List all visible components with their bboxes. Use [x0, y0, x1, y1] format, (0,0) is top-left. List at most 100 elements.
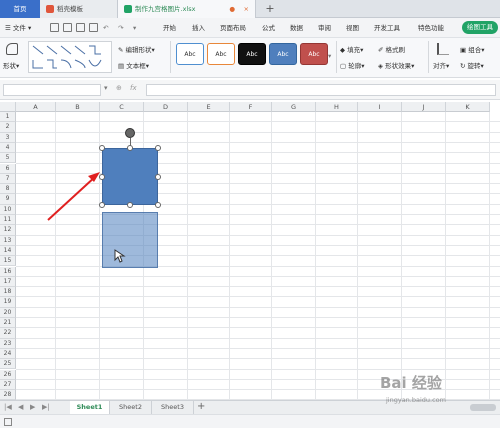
spreadsheet-grid[interactable]: ABCDEFGHIJK 1 2 3 4 5 6 7 8 9 10 11 12 13 14 15 16 17 18 1…: [0, 102, 500, 400]
menu-review[interactable]: 审阅: [318, 18, 331, 38]
resize-handle-s[interactable]: [127, 202, 133, 208]
undo-icon[interactable]: ↶: [103, 18, 108, 38]
menu-home[interactable]: 开始: [163, 18, 176, 38]
tab-file[interactable]: 制作九宫格图片.xlsx ● ×: [118, 0, 256, 18]
close-icon[interactable]: ×: [244, 0, 249, 18]
row-header-24[interactable]: 24: [0, 348, 16, 360]
export-icon[interactable]: [63, 23, 72, 32]
resize-handle-n[interactable]: [127, 145, 133, 151]
row-header-26[interactable]: 26: [0, 369, 16, 380]
shape-effects-button[interactable]: ◈ 形状效果▾: [378, 60, 414, 70]
prev-sheet-icon[interactable]: ◀: [18, 403, 23, 411]
row-header-18[interactable]: 18: [0, 287, 16, 298]
row-header-28[interactable]: 28: [0, 390, 16, 400]
style-preset-red-fill[interactable]: Abc: [300, 43, 328, 65]
menu-developer[interactable]: 开发工具: [374, 18, 400, 38]
style-preset-blue-fill[interactable]: Abc: [269, 43, 297, 65]
new-tab-button[interactable]: +: [262, 0, 278, 18]
row-header-13[interactable]: 13: [0, 235, 16, 246]
menu-data[interactable]: 数据: [290, 18, 303, 38]
formula-input[interactable]: [146, 84, 496, 96]
column-header-f[interactable]: F: [230, 102, 272, 112]
print-icon[interactable]: [76, 23, 85, 32]
line-shapes-gallery[interactable]: [28, 41, 112, 73]
group-button[interactable]: ▣ 组合▾: [460, 44, 484, 54]
sheet-tab-1[interactable]: Sheet1: [70, 401, 110, 414]
menu-formulas[interactable]: 公式: [262, 18, 275, 38]
row-header-9[interactable]: 9: [0, 194, 16, 205]
next-sheet-icon[interactable]: ▶: [30, 403, 35, 411]
style-preset-orange-outline[interactable]: Abc: [207, 43, 235, 65]
outline-button[interactable]: ▢ 轮廓▾: [340, 60, 364, 70]
selected-rectangle-shape[interactable]: [102, 148, 158, 205]
row-header-1[interactable]: 1: [0, 112, 16, 123]
more-icon[interactable]: ▾: [133, 18, 136, 38]
column-header-h[interactable]: H: [316, 102, 358, 112]
align-icon[interactable]: [437, 43, 449, 55]
format-painter-button[interactable]: ✐ 格式刷: [378, 44, 405, 54]
column-header-k[interactable]: K: [446, 102, 490, 112]
add-sheet-button[interactable]: +: [197, 401, 205, 412]
column-header-i[interactable]: I: [358, 102, 402, 112]
resize-handle-se[interactable]: [155, 202, 161, 208]
row-header-12[interactable]: 12: [0, 225, 16, 236]
row-header-16[interactable]: 16: [0, 266, 16, 277]
row-header-22[interactable]: 22: [0, 328, 16, 339]
row-header-6[interactable]: 6: [0, 163, 16, 174]
redo-icon[interactable]: ↷: [118, 18, 123, 38]
row-header-23[interactable]: 23: [0, 338, 16, 349]
column-header-j[interactable]: J: [402, 102, 446, 112]
preview-icon[interactable]: [89, 23, 98, 32]
save-icon[interactable]: [50, 23, 59, 32]
style-preset-black[interactable]: Abc: [238, 43, 266, 65]
resize-handle-nw[interactable]: [99, 145, 105, 151]
menu-file[interactable]: ☰ 文件 ▾: [5, 18, 31, 38]
edit-shape-button[interactable]: ✎ 编辑形状▾: [118, 44, 155, 54]
sheet-tab-2[interactable]: Sheet2: [110, 401, 152, 414]
tab-template[interactable]: 稻壳模板: [40, 0, 118, 18]
last-sheet-icon[interactable]: ▶|: [42, 403, 50, 411]
column-header-d[interactable]: D: [144, 102, 188, 112]
row-header-15[interactable]: 15: [0, 256, 16, 267]
row-header-25[interactable]: 25: [0, 359, 16, 370]
first-sheet-icon[interactable]: |◀: [4, 403, 12, 411]
menu-page-layout[interactable]: 页面布局: [220, 18, 246, 38]
row-header-19[interactable]: 19: [0, 297, 16, 308]
row-header-5[interactable]: 5: [0, 153, 16, 164]
style-preset-blue-outline[interactable]: Abc: [176, 43, 204, 65]
sheet-tab-3[interactable]: Sheet3: [152, 401, 194, 414]
fx-icon[interactable]: fx: [130, 84, 137, 92]
row-header-20[interactable]: 20: [0, 307, 16, 318]
style-gallery-more-icon[interactable]: ▾: [328, 52, 331, 60]
tab-home[interactable]: 首页: [0, 0, 40, 18]
rotate-button[interactable]: ↻ 旋转▾: [460, 60, 484, 70]
column-header-b[interactable]: B: [56, 102, 100, 112]
column-header-g[interactable]: G: [272, 102, 316, 112]
select-all-corner[interactable]: [0, 102, 16, 112]
row-header-17[interactable]: 17: [0, 276, 16, 288]
fill-button[interactable]: ◆ 填充▾: [340, 44, 363, 54]
menu-insert[interactable]: 插入: [192, 18, 205, 38]
row-header-11[interactable]: 11: [0, 215, 16, 226]
drawing-tools-tab[interactable]: 绘图工具: [462, 21, 498, 34]
rotate-handle[interactable]: [125, 128, 135, 138]
text-box-button[interactable]: ▤ 文本框▾: [118, 60, 149, 70]
row-header-21[interactable]: 21: [0, 318, 16, 329]
row-header-3[interactable]: 3: [0, 132, 16, 143]
column-header-a[interactable]: A: [16, 102, 56, 112]
shapes-icon[interactable]: [6, 43, 18, 55]
shape-button[interactable]: 形状▾: [3, 60, 19, 70]
row-header-7[interactable]: 7: [0, 173, 16, 185]
row-header-10[interactable]: 10: [0, 204, 16, 215]
row-header-27[interactable]: 27: [0, 379, 16, 391]
row-header-8[interactable]: 8: [0, 184, 16, 195]
row-header-14[interactable]: 14: [0, 245, 16, 257]
menu-features[interactable]: 特色功能: [418, 18, 444, 38]
name-box[interactable]: [3, 84, 101, 96]
zoom-icon[interactable]: ⊕: [116, 84, 122, 92]
align-button[interactable]: 对齐▾: [433, 60, 449, 70]
column-header-c[interactable]: C: [100, 102, 144, 112]
row-header-4[interactable]: 4: [0, 142, 16, 154]
resize-handle-e[interactable]: [155, 174, 161, 180]
row-header-2[interactable]: 2: [0, 122, 16, 133]
